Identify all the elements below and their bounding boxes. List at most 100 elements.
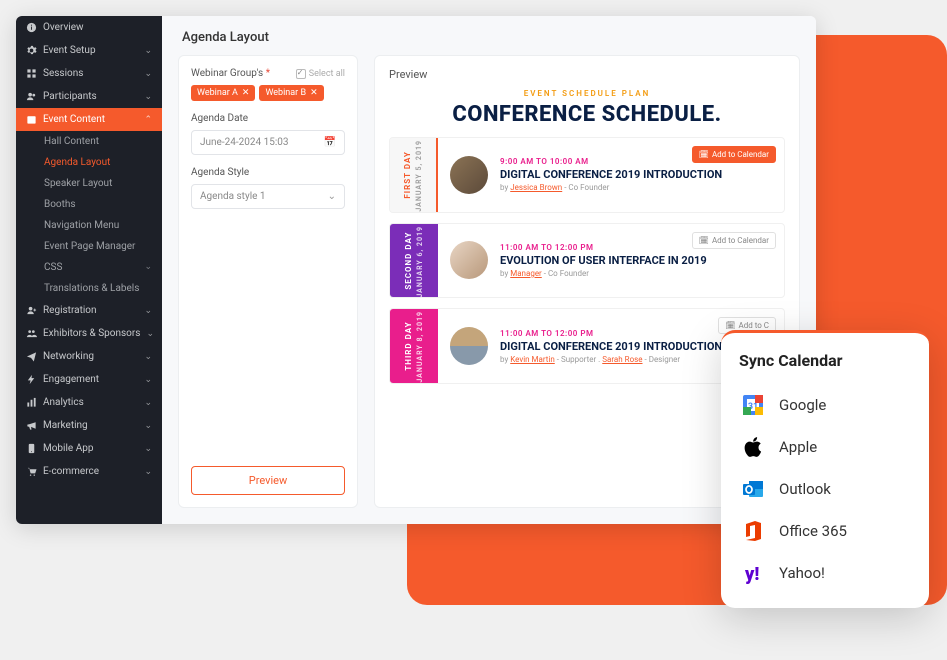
sidebar-item-analytics[interactable]: Analytics ⌄ xyxy=(16,391,162,414)
add-to-calendar-button[interactable]: 🗓Add to Calendar xyxy=(692,232,776,249)
info-icon xyxy=(26,22,37,33)
subitem-speaker-layout[interactable]: Speaker Layout xyxy=(16,173,162,194)
calendar-icon: 🗓 xyxy=(699,150,709,159)
chevron-down-icon: ⌄ xyxy=(144,352,152,362)
bars-icon xyxy=(26,397,37,408)
sidebar-label: E-commerce xyxy=(43,466,99,477)
agenda-item: FIRST DAYJANUARY 5, 2019 9:00 AM TO 10:0… xyxy=(389,137,785,213)
cart-icon xyxy=(26,466,37,477)
subitem-hall-content[interactable]: Hall Content xyxy=(16,131,162,152)
subitem-label: CSS xyxy=(44,262,62,273)
speaker-link[interactable]: Sarah Rose xyxy=(602,355,642,364)
required-star: * xyxy=(266,68,270,79)
preview-button[interactable]: Preview xyxy=(191,466,345,495)
calendar-icon: 📅 xyxy=(324,137,336,148)
sidebar-item-engagement[interactable]: Engagement ⌄ xyxy=(16,368,162,391)
sidebar-item-registration[interactable]: Registration ⌄ xyxy=(16,299,162,322)
chevron-down-icon: ⌄ xyxy=(144,467,152,477)
svg-text:y!: y! xyxy=(744,564,759,585)
subitem-event-page-manager[interactable]: Event Page Manager xyxy=(16,236,162,257)
chevron-down-icon: ⌄ xyxy=(144,421,152,431)
chevron-down-icon: ⌄ xyxy=(144,262,152,272)
speaker-link[interactable]: Jessica Brown xyxy=(510,183,562,192)
talk-time: 11:00 AM TO 12:00 PM xyxy=(500,329,722,338)
agenda-item: SECOND DAYJANUARY 6, 2019 11:00 AM TO 12… xyxy=(389,223,785,299)
agenda-body: 9:00 AM TO 10:00 AM DIGITAL CONFERENCE 2… xyxy=(438,138,784,212)
talk-title: DIGITAL CONFERENCE 2019 INTRODUCTION xyxy=(500,340,722,353)
groups-label: Webinar Group's * Select all xyxy=(191,68,345,79)
subitem-agenda-layout[interactable]: Agenda Layout xyxy=(16,152,162,173)
sync-item-yahoo[interactable]: y! Yahoo! xyxy=(739,552,911,594)
speaker-role: Supporter xyxy=(561,355,596,364)
preview-section-label: Preview xyxy=(389,68,785,81)
subitem-label: Speaker Layout xyxy=(44,178,112,189)
day-tab-second[interactable]: SECOND DAYJANUARY 6, 2019 xyxy=(390,224,438,298)
subitem-translations-labels[interactable]: Translations & Labels xyxy=(16,278,162,299)
grid-icon xyxy=(26,68,37,79)
sidebar-label: Marketing xyxy=(43,420,88,431)
agenda-info: 9:00 AM TO 10:00 AM DIGITAL CONFERENCE 2… xyxy=(500,157,722,192)
sidebar-item-sessions[interactable]: Sessions ⌄ xyxy=(16,62,162,85)
calendar-icon: 🗓 xyxy=(725,321,735,330)
subitem-label: Translations & Labels xyxy=(44,283,139,294)
sync-item-office365[interactable]: Office 365 xyxy=(739,510,911,552)
day-tab-first[interactable]: FIRST DAYJANUARY 5, 2019 xyxy=(390,138,438,212)
sidebar-label: Overview xyxy=(43,22,84,33)
agenda-body: 11:00 AM TO 12:00 PM EVOLUTION OF USER I… xyxy=(438,224,784,298)
sync-item-label: Outlook xyxy=(779,480,831,498)
add-to-calendar-button[interactable]: 🗓Add to Calendar xyxy=(692,146,776,163)
day-date: JANUARY 6, 2019 xyxy=(416,226,424,298)
avatar xyxy=(450,327,488,365)
speaker-link[interactable]: Manager xyxy=(510,269,542,278)
subitem-navigation-menu[interactable]: Navigation Menu xyxy=(16,215,162,236)
sidebar-item-exhibitors-sponsors[interactable]: Exhibitors & Sponsors ⌄ xyxy=(16,322,162,345)
sidebar-item-participants[interactable]: Participants ⌄ xyxy=(16,85,162,108)
sidebar-item-marketing[interactable]: Marketing ⌄ xyxy=(16,414,162,437)
office365-icon xyxy=(741,519,765,543)
sidebar-item-event-content[interactable]: Event Content ⌃ xyxy=(16,108,162,131)
by-prefix: by xyxy=(500,183,510,192)
main-content: Agenda Layout Webinar Group's * Select a… xyxy=(162,16,816,524)
talk-time: 9:00 AM TO 10:00 AM xyxy=(500,157,722,166)
day-tab-third[interactable]: THIRD DAYJANUARY 8, 2019 xyxy=(390,309,438,383)
megaphone-icon xyxy=(26,420,37,431)
sidebar-label: Mobile App xyxy=(43,443,93,454)
sync-item-apple[interactable]: Apple xyxy=(739,426,911,468)
exhibitors-icon xyxy=(26,328,37,339)
sidebar-label: Analytics xyxy=(43,397,84,408)
agenda-date-input[interactable]: June-24-2024 15:03 📅 xyxy=(191,130,345,155)
chip-row: Webinar A✕ Webinar B✕ xyxy=(191,85,345,101)
sync-item-outlook[interactable]: Outlook xyxy=(739,468,911,510)
byline: by Kevin Martin - Supporter . Sarah Rose… xyxy=(500,355,722,364)
google-calendar-icon: 31 xyxy=(741,393,765,417)
day-date: JANUARY 5, 2019 xyxy=(415,140,423,212)
sidebar-label: Participants xyxy=(43,91,97,102)
webinar-chip[interactable]: Webinar A✕ xyxy=(191,85,255,101)
sidebar-item-overview[interactable]: Overview xyxy=(16,16,162,39)
agenda-style-select[interactable]: Agenda style 1 ⌄ xyxy=(191,184,345,209)
select-all-label: Select all xyxy=(309,69,345,79)
speaker-link[interactable]: Kevin Martin xyxy=(510,355,555,364)
agenda-style-label: Agenda Style xyxy=(191,167,345,178)
close-icon[interactable]: ✕ xyxy=(310,88,318,98)
sync-item-google[interactable]: 31 Google xyxy=(739,384,911,426)
webinar-chip[interactable]: Webinar B✕ xyxy=(259,85,323,101)
chevron-down-icon: ⌄ xyxy=(144,306,152,316)
subitem-css[interactable]: CSS ⌄ xyxy=(16,257,162,278)
sidebar-item-mobile-app[interactable]: Mobile App ⌄ xyxy=(16,437,162,460)
by-prefix: by xyxy=(500,355,510,364)
sidebar-item-event-setup[interactable]: Event Setup ⌄ xyxy=(16,39,162,62)
sidebar-label: Registration xyxy=(43,305,97,316)
avatar xyxy=(450,156,488,194)
agenda-date-label: Agenda Date xyxy=(191,113,345,124)
sidebar-item-networking[interactable]: Networking ⌄ xyxy=(16,345,162,368)
sync-title: Sync Calendar xyxy=(739,351,911,370)
talk-title: DIGITAL CONFERENCE 2019 INTRODUCTION xyxy=(500,168,722,181)
sidebar-label: Sessions xyxy=(43,68,83,79)
select-all-toggle[interactable]: Select all xyxy=(296,69,345,79)
agenda-date-value: June-24-2024 15:03 xyxy=(200,137,289,148)
subitem-booths[interactable]: Booths xyxy=(16,194,162,215)
form-panel: Webinar Group's * Select all Webinar A✕ … xyxy=(178,55,358,508)
sidebar-item-ecommerce[interactable]: E-commerce ⌄ xyxy=(16,460,162,483)
close-icon[interactable]: ✕ xyxy=(242,88,250,98)
